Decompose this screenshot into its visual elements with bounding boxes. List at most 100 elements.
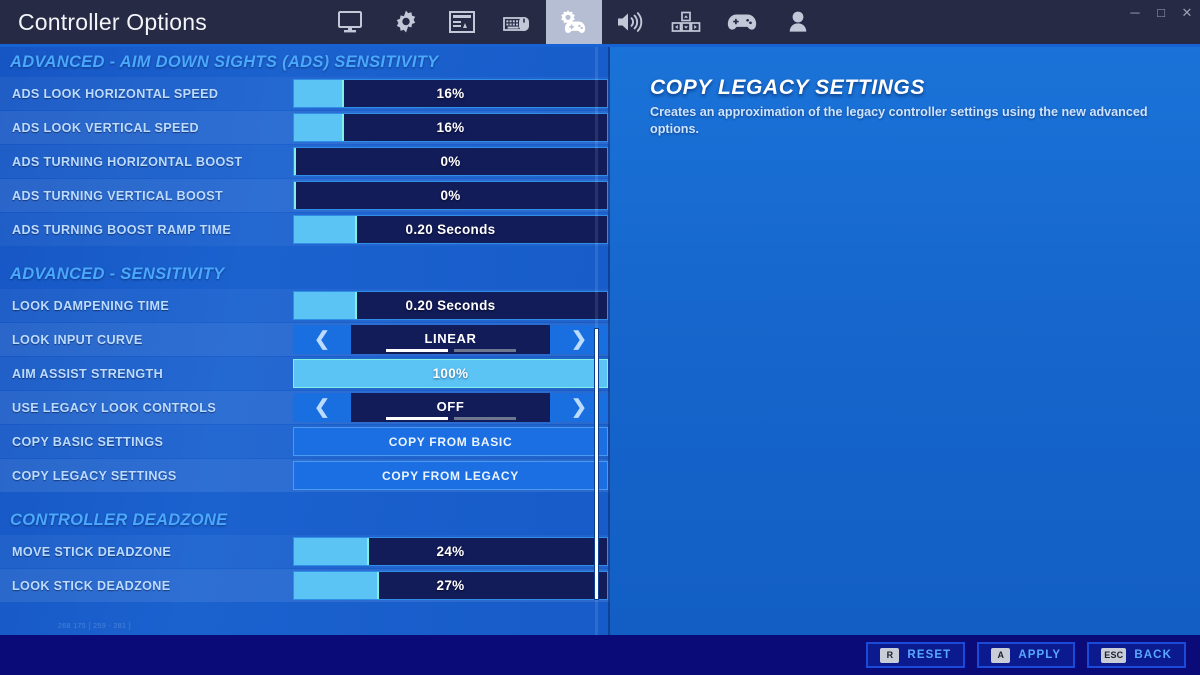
row-control[interactable]: 0% (293, 179, 610, 212)
speaker-icon (617, 12, 643, 32)
window-title: Controller Options (18, 8, 207, 35)
slider-fill (294, 80, 345, 107)
reset-button[interactable]: R RESET (866, 642, 966, 668)
row-control[interactable]: 0% (293, 145, 610, 178)
gamepad-icon (727, 14, 757, 30)
tab-controller-options[interactable] (545, 0, 602, 44)
chevron-left-icon[interactable]: ❮ (293, 325, 351, 354)
tab-controller-config[interactable] (714, 0, 770, 44)
slider-look-stick-deadzone[interactable]: 27% (293, 571, 608, 600)
row-control[interactable]: COPY FROM BASIC (293, 425, 610, 458)
slider-value: 27% (436, 578, 465, 593)
row-copy-legacy-settings[interactable]: COPY LEGACY SETTINGS COPY FROM LEGACY (0, 459, 610, 492)
row-look-dampening-time[interactable]: LOOK DAMPENING TIME 0.20 Seconds (0, 289, 610, 322)
copy-from-legacy-button[interactable]: COPY FROM LEGACY (293, 461, 608, 490)
apply-label: APPLY (1018, 649, 1062, 661)
slider-aim-assist-strength[interactable]: 100% (293, 359, 608, 388)
page-dot (453, 349, 516, 352)
row-control[interactable]: 27% (293, 569, 610, 602)
row-label: USE LEGACY LOOK CONTROLS (12, 400, 217, 415)
slider-fill (294, 182, 296, 209)
row-label: LOOK STICK DEADZONE (12, 578, 171, 593)
page-dot-active (385, 349, 448, 352)
slider-ads-look-vertical-speed[interactable]: 16% (293, 113, 608, 142)
row-move-stick-deadzone[interactable]: MOVE STICK DEADZONE 24% (0, 535, 610, 568)
copy-from-basic-button[interactable]: COPY FROM BASIC (293, 427, 608, 456)
tab-video[interactable] (322, 0, 378, 44)
tab-game[interactable] (378, 0, 434, 44)
page-dot-active (385, 417, 448, 420)
title-bar: Controller Options ─ □ ✕ (0, 0, 1200, 44)
row-control[interactable]: 16% (293, 111, 610, 144)
row-aim-assist-strength[interactable]: AIM ASSIST STRENGTH 100% (0, 357, 610, 390)
slider-look-dampening-time[interactable]: 0.20 Seconds (293, 291, 608, 320)
row-ads-turning-horizontal-boost[interactable]: ADS TURNING HORIZONTAL BOOST 0% (0, 145, 610, 178)
row-control[interactable]: COPY FROM LEGACY (293, 459, 610, 492)
tab-audio[interactable] (602, 0, 658, 44)
slider-value: 16% (436, 86, 465, 101)
maximize-button[interactable]: □ (1148, 2, 1174, 22)
row-control[interactable]: 24% (293, 535, 610, 568)
row-label: ADS LOOK VERTICAL SPEED (12, 120, 199, 135)
scrollbar-thumb[interactable] (594, 328, 599, 600)
row-control[interactable]: 0.20 Seconds (293, 213, 610, 246)
selector-look-input-curve[interactable]: ❮ LINEAR ❯ (293, 325, 608, 354)
row-label: ADS TURNING VERTICAL BOOST (12, 188, 224, 203)
row-ads-look-vertical-speed[interactable]: ADS LOOK VERTICAL SPEED 16% (0, 111, 610, 144)
chevron-right-icon[interactable]: ❯ (550, 393, 608, 422)
slider-value: 0% (440, 188, 461, 203)
account-icon (789, 11, 807, 32)
row-use-legacy-look-controls[interactable]: USE LEGACY LOOK CONTROLS ❮ OFF ❯ (0, 391, 610, 424)
minimize-button[interactable]: ─ (1122, 2, 1148, 22)
key-badge-esc: ESC (1101, 647, 1127, 663)
reset-label: RESET (907, 649, 952, 661)
action-buttons: R RESET A APPLY ESC BACK (866, 642, 1186, 668)
close-button[interactable]: ✕ (1174, 2, 1200, 22)
slider-value: 0.20 Seconds (405, 298, 496, 313)
row-control[interactable]: 0.20 Seconds (293, 289, 610, 322)
row-ads-turning-boost-ramp-time[interactable]: ADS TURNING BOOST RAMP TIME 0.20 Seconds (0, 213, 610, 246)
row-control[interactable]: ❮ LINEAR ❯ (293, 323, 610, 356)
key-badge-a: A (991, 647, 1011, 663)
back-button[interactable]: ESC BACK (1087, 642, 1186, 668)
tab-keyboard-controls[interactable] (490, 0, 546, 44)
tab-accessibility[interactable] (658, 0, 714, 44)
hud-layout-icon (448, 11, 475, 33)
slider-value: 100% (432, 366, 469, 381)
row-control[interactable]: 100% (293, 357, 610, 390)
selector-value-area: OFF (351, 393, 550, 422)
row-look-stick-deadzone[interactable]: LOOK STICK DEADZONE 27% (0, 569, 610, 602)
row-control[interactable]: 16% (293, 77, 610, 110)
tab-brightness[interactable] (434, 0, 490, 44)
slider-fill (294, 572, 379, 599)
row-label: AIM ASSIST STRENGTH (12, 366, 164, 381)
row-label: MOVE STICK DEADZONE (12, 544, 172, 559)
chevron-left-icon[interactable]: ❮ (293, 393, 351, 422)
slider-ads-turning-horizontal-boost[interactable]: 0% (293, 147, 608, 176)
row-ads-look-horizontal-speed[interactable]: ADS LOOK HORIZONTAL SPEED 16% (0, 77, 610, 110)
settings-tab-bar (322, 0, 826, 44)
slider-value: 0.20 Seconds (405, 222, 496, 237)
slider-value: 16% (436, 120, 465, 135)
selector-value: OFF (436, 398, 465, 414)
description-title: COPY LEGACY SETTINGS (650, 76, 925, 99)
row-copy-basic-settings[interactable]: COPY BASIC SETTINGS COPY FROM BASIC (0, 425, 610, 458)
tab-account[interactable] (770, 0, 826, 44)
apply-button[interactable]: A APPLY (977, 642, 1076, 668)
back-label: BACK (1134, 649, 1172, 661)
key-badge-r: R (880, 647, 900, 663)
slider-ads-look-horizontal-speed[interactable]: 16% (293, 79, 608, 108)
section-heading-ads: ADVANCED - AIM DOWN SIGHTS (ADS) SENSITI… (10, 52, 439, 71)
row-label: LOOK INPUT CURVE (12, 332, 143, 347)
slider-ads-turning-boost-ramp-time[interactable]: 0.20 Seconds (293, 215, 608, 244)
row-look-input-curve[interactable]: LOOK INPUT CURVE ❮ LINEAR ❯ (0, 323, 610, 356)
settings-list[interactable]: ADVANCED - AIM DOWN SIGHTS (ADS) SENSITI… (0, 47, 610, 635)
slider-move-stick-deadzone[interactable]: 24% (293, 537, 608, 566)
chevron-right-icon[interactable]: ❯ (550, 325, 608, 354)
row-ads-turning-vertical-boost[interactable]: ADS TURNING VERTICAL BOOST 0% (0, 179, 610, 212)
row-control[interactable]: ❮ OFF ❯ (293, 391, 610, 424)
page-dot (453, 417, 516, 420)
slider-ads-turning-vertical-boost[interactable]: 0% (293, 181, 608, 210)
section-heading-sensitivity: ADVANCED - SENSITIVITY (10, 264, 225, 283)
selector-use-legacy-look-controls[interactable]: ❮ OFF ❯ (293, 393, 608, 422)
